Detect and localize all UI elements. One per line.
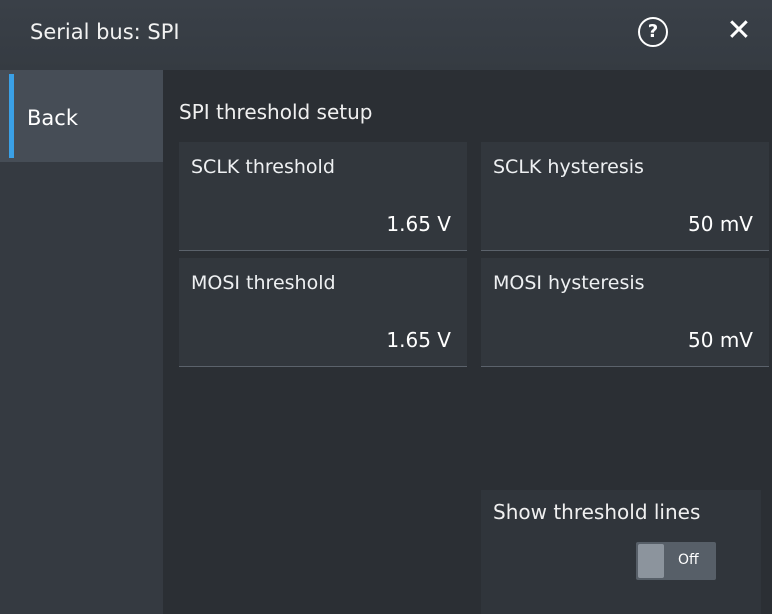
field-label: MOSI threshold (191, 272, 336, 294)
selection-indicator (9, 74, 14, 158)
show-threshold-lines-label: Show threshold lines (493, 500, 701, 524)
mosi-threshold-field[interactable]: MOSI threshold 1.65 V (179, 258, 467, 367)
field-label: MOSI hysteresis (493, 272, 645, 294)
show-threshold-lines-panel: Show threshold lines Off (481, 490, 761, 614)
help-icon[interactable]: ? (638, 17, 668, 47)
field-label: SCLK threshold (191, 156, 335, 178)
serial-bus-dialog: Serial bus: SPI ? ✕ Back SPI threshold s… (0, 0, 772, 614)
field-value: 1.65 V (386, 328, 451, 352)
content-panel: SPI threshold setup SCLK threshold 1.65 … (163, 70, 772, 614)
section-title: SPI threshold setup (179, 100, 373, 124)
close-icon[interactable]: ✕ (724, 14, 754, 48)
field-value: 1.65 V (386, 212, 451, 236)
field-value: 50 mV (688, 328, 753, 352)
field-label: SCLK hysteresis (493, 156, 644, 178)
show-threshold-lines-toggle[interactable]: Off (636, 542, 716, 580)
title-bar: Serial bus: SPI ? ✕ (0, 0, 772, 71)
mosi-hysteresis-field[interactable]: MOSI hysteresis 50 mV (481, 258, 769, 367)
toggle-state: Off (678, 552, 699, 568)
sidebar: Back (0, 70, 163, 614)
sclk-hysteresis-field[interactable]: SCLK hysteresis 50 mV (481, 142, 769, 251)
toggle-knob (638, 544, 664, 578)
sclk-threshold-field[interactable]: SCLK threshold 1.65 V (179, 142, 467, 251)
field-value: 50 mV (688, 212, 753, 236)
dialog-title: Serial bus: SPI (30, 20, 180, 44)
back-label: Back (27, 106, 78, 130)
back-button[interactable]: Back (0, 70, 163, 162)
